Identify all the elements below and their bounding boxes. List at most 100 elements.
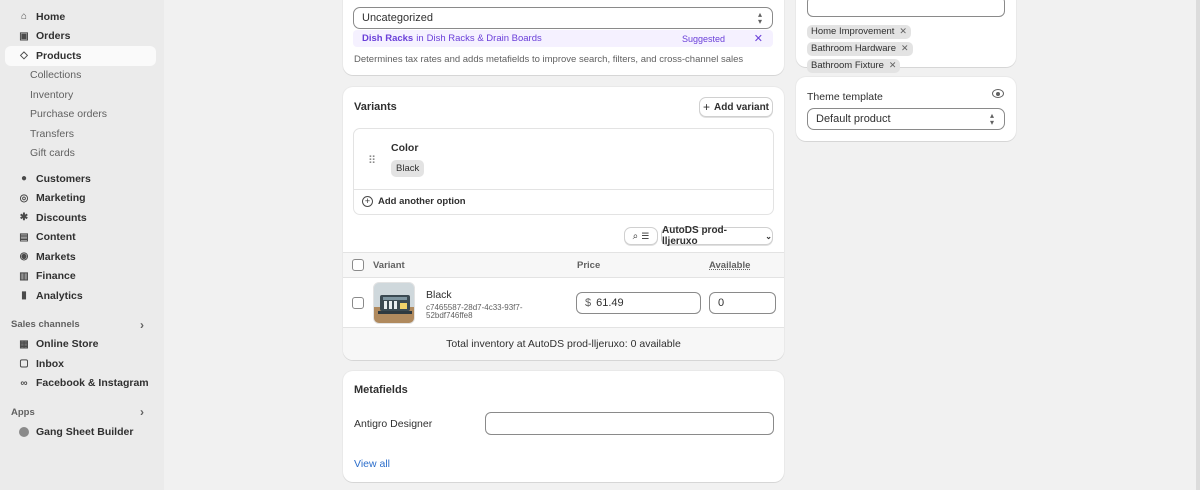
available-input[interactable]: 0 bbox=[709, 292, 776, 314]
apps-header[interactable]: Apps › bbox=[0, 402, 164, 422]
nav-online-store[interactable]: ▦ Online Store bbox=[5, 335, 156, 355]
variant-name: Black bbox=[426, 289, 452, 301]
nav-label: Markets bbox=[36, 250, 76, 263]
home-icon: ⌂ bbox=[20, 11, 28, 23]
filter-icon: ☰ bbox=[641, 230, 650, 241]
header-available[interactable]: Available bbox=[709, 260, 750, 271]
suggested-category-path: Dish Racks & Drain Boards bbox=[426, 33, 542, 44]
view-all-link[interactable]: View all bbox=[354, 458, 390, 470]
nav-label: Orders bbox=[36, 30, 71, 43]
nav-label: Discounts bbox=[36, 211, 87, 224]
nav-label: Facebook & Instagram bbox=[36, 377, 149, 390]
orders-icon: ▣ bbox=[19, 30, 29, 42]
scrollbar[interactable] bbox=[1196, 0, 1200, 490]
nav-markets[interactable]: ◉ Markets bbox=[5, 247, 156, 267]
option-value-tag[interactable]: Black bbox=[391, 160, 425, 177]
metafields-title: Metafields bbox=[354, 384, 408, 396]
search-filter-button[interactable]: ⌕ ☰ bbox=[624, 227, 658, 245]
chevron-right-icon: › bbox=[140, 405, 144, 419]
target-icon: ◎ bbox=[19, 192, 29, 204]
chart-icon: ▮ bbox=[21, 290, 27, 302]
theme-template-select[interactable]: Default product ▴ ▾ bbox=[807, 108, 1005, 130]
remove-tag-icon[interactable]: ✕ bbox=[899, 23, 907, 40]
chevron-down-icon: ⌄ bbox=[765, 231, 772, 241]
drag-handle-icon[interactable]: ⠿ bbox=[368, 154, 376, 167]
theme-template-card: Theme template Default product ▴ ▾ bbox=[796, 77, 1016, 141]
organization-card: Home Improvement ✕ Bathroom Hardware ✕ Bathr… bbox=[796, 0, 1016, 73]
metafields-card: Metafields Antigro Designer View all bbox=[343, 371, 784, 482]
nav-label: Gang Sheet Builder bbox=[36, 425, 134, 438]
tags-list: Home Improvement ✕ Bathroom Hardware ✕ Bathr… bbox=[807, 23, 1012, 74]
suggested-category-link[interactable]: Dish Racks bbox=[362, 33, 413, 44]
add-variant-label: Add variant bbox=[714, 101, 770, 113]
nav-collections[interactable]: Collections bbox=[0, 66, 164, 86]
nav-customers[interactable]: ● Customers bbox=[5, 169, 156, 189]
currency-symbol: $ bbox=[585, 297, 592, 309]
select-arrows-icon: ▴ ▾ bbox=[757, 10, 762, 26]
nav-label: Marketing bbox=[36, 192, 86, 205]
remove-tag-icon[interactable]: ✕ bbox=[889, 57, 897, 74]
nav-inbox[interactable]: ▢ Inbox bbox=[5, 354, 156, 374]
nav-orders[interactable]: ▣ Orders bbox=[5, 27, 156, 47]
nav-label: Customers bbox=[36, 172, 91, 185]
nav-marketing[interactable]: ◎ Marketing bbox=[5, 189, 156, 209]
tags-input[interactable] bbox=[807, 0, 1005, 17]
meta-icon: ∞ bbox=[20, 377, 28, 389]
category-suggestion[interactable]: Dish Racks in Dish Racks & Drain Boards … bbox=[353, 30, 773, 47]
theme-template-value: Default product bbox=[816, 113, 891, 125]
discount-icon: ✱ bbox=[19, 212, 29, 224]
remove-tag-icon[interactable]: ✕ bbox=[901, 40, 909, 57]
nav-purchase-orders[interactable]: Purchase orders bbox=[0, 105, 164, 125]
nav-label: Online Store bbox=[36, 338, 99, 351]
price-input[interactable]: $ 61.49 bbox=[576, 292, 701, 314]
variant-thumbnail[interactable] bbox=[373, 282, 415, 324]
nav-label: Content bbox=[36, 231, 76, 244]
nav-home[interactable]: ⌂ Home bbox=[5, 7, 156, 27]
nav-analytics[interactable]: ▮ Analytics bbox=[5, 286, 156, 306]
nav-finance[interactable]: ▥ Finance bbox=[5, 267, 156, 287]
globe-icon: ◉ bbox=[19, 251, 29, 263]
nav-transfers[interactable]: Transfers bbox=[0, 124, 164, 144]
suggestion-in: in bbox=[416, 33, 424, 44]
nav-products[interactable]: ◇ Products bbox=[5, 46, 156, 66]
category-select[interactable]: Uncategorized ▴ ▾ bbox=[353, 7, 773, 29]
tag-chip: Home Improvement ✕ bbox=[807, 23, 911, 40]
location-label: AutoDS prod-lljeruxo bbox=[662, 225, 727, 247]
variants-title: Variants bbox=[354, 101, 397, 113]
tag-chip: Bathroom Hardware ✕ bbox=[807, 40, 913, 57]
eye-icon[interactable] bbox=[992, 89, 1004, 98]
select-all-checkbox[interactable] bbox=[352, 259, 364, 271]
nav-label: Home bbox=[36, 10, 66, 23]
nav-gift-cards[interactable]: Gift cards bbox=[0, 144, 164, 164]
antigro-designer-input[interactable] bbox=[485, 412, 774, 435]
app-icon bbox=[17, 426, 31, 437]
dish-rack-image bbox=[374, 283, 414, 323]
theme-template-title: Theme template bbox=[807, 91, 883, 103]
table-row[interactable]: Black c7465587-28d7-4c33-93f7- 52bdf746f… bbox=[343, 278, 784, 328]
nav-inventory[interactable]: Inventory bbox=[0, 85, 164, 105]
sales-channels-header[interactable]: Sales channels › bbox=[0, 315, 164, 335]
nav-label: Analytics bbox=[36, 289, 83, 302]
metafield-label: Antigro Designer bbox=[354, 418, 433, 430]
row-checkbox[interactable] bbox=[352, 297, 364, 309]
suggested-label: Suggested bbox=[681, 33, 725, 44]
person-icon: ● bbox=[20, 173, 28, 185]
category-value: Uncategorized bbox=[362, 12, 433, 24]
nav-facebook-instagram[interactable]: ∞ Facebook & Instagram bbox=[5, 374, 156, 394]
chevron-right-icon: › bbox=[140, 317, 144, 332]
add-another-option-label: Add another option bbox=[378, 196, 466, 207]
location-select-button[interactable]: AutoDS prod-lljeruxo ⌄ bbox=[661, 225, 773, 247]
nav-gang-sheet-builder[interactable]: Gang Sheet Builder bbox=[5, 422, 156, 442]
plus-icon: + bbox=[702, 100, 710, 114]
total-inventory-bar: Total inventory at AutoDS prod-lljeruxo:… bbox=[343, 328, 784, 360]
add-another-option[interactable]: + Add another option bbox=[362, 196, 466, 207]
inbox-icon: ▢ bbox=[19, 358, 29, 370]
nav-discounts[interactable]: ✱ Discounts bbox=[5, 208, 156, 228]
add-variant-button[interactable]: + Add variant bbox=[699, 97, 773, 117]
category-help-text: Determines tax rates and adds metafields… bbox=[354, 54, 744, 65]
nav-label: Inbox bbox=[36, 357, 64, 370]
close-icon[interactable]: ✕ bbox=[754, 32, 763, 45]
nav-content[interactable]: ▤ Content bbox=[5, 228, 156, 248]
sidebar: ⌂ Home ▣ Orders ◇ Products Collections I… bbox=[0, 0, 164, 490]
variants-table-header: Variant Price Available bbox=[343, 252, 784, 278]
